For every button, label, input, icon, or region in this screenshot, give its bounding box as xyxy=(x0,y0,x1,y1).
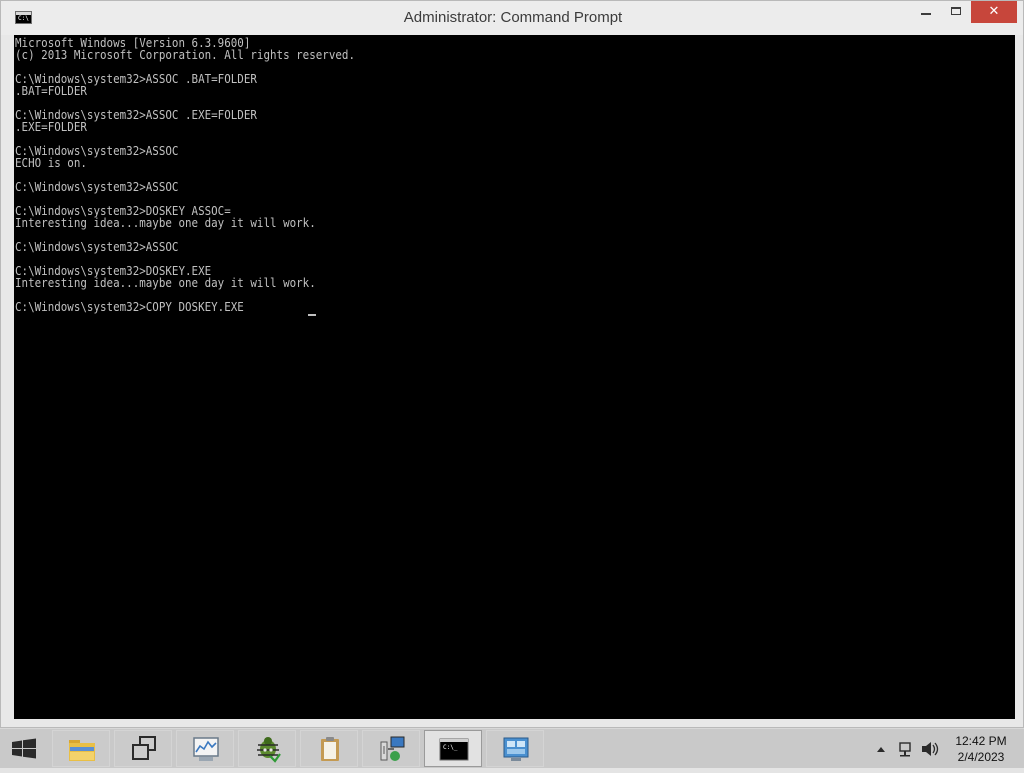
scrollbar[interactable] xyxy=(1015,35,1023,719)
speaker-icon[interactable] xyxy=(922,742,939,756)
tray-icons xyxy=(877,742,939,757)
monitor-chart-icon xyxy=(193,737,219,761)
taskbar-control-panel[interactable] xyxy=(486,730,544,767)
command-prompt-window[interactable]: C:\ Administrator: Command Prompt ✕ Micr… xyxy=(0,0,1024,728)
caption-buttons: ✕ xyxy=(911,1,1017,23)
minimize-button[interactable] xyxy=(911,1,941,23)
windows-logo-icon xyxy=(12,738,36,759)
taskbar-bug-tool[interactable] xyxy=(238,730,296,767)
network-icon[interactable] xyxy=(899,742,911,757)
clock-date: 2/4/2023 xyxy=(957,750,1005,764)
window-switcher-icon xyxy=(132,736,156,760)
bug-icon xyxy=(257,737,281,763)
control-panel-icon xyxy=(503,737,529,761)
command-prompt-icon: C:\_ xyxy=(439,738,469,761)
chevron-up-icon[interactable] xyxy=(877,747,885,752)
window-title: Administrator: Command Prompt xyxy=(403,9,623,26)
console-line: C:\Windows\system32>COPY DOSKEY.EXE xyxy=(15,300,244,314)
taskbar-network-setup[interactable] xyxy=(362,730,420,767)
console-line: Interesting idea...maybe one day it will… xyxy=(15,276,316,290)
console-line: ECHO is on. xyxy=(15,156,87,170)
clipboard-icon xyxy=(321,737,339,761)
console-line: .BAT=FOLDER xyxy=(15,84,87,98)
taskbar-file-explorer[interactable] xyxy=(52,730,110,767)
console-line: (c) 2013 Microsoft Corporation. All righ… xyxy=(15,48,355,62)
close-icon: ✕ xyxy=(988,4,1000,19)
taskbar-clipboard[interactable] xyxy=(300,730,358,767)
network-computer-icon xyxy=(380,736,405,761)
close-button[interactable]: ✕ xyxy=(971,1,1017,23)
taskbar-system-monitor[interactable] xyxy=(176,730,234,767)
minimize-icon xyxy=(921,13,931,15)
text-cursor xyxy=(308,314,316,316)
folder-icon xyxy=(69,740,95,761)
taskbar: C:\_ 12:42 PM 2/4/2023 xyxy=(0,728,1024,768)
taskbar-window-switcher[interactable] xyxy=(114,730,172,767)
title-bar[interactable]: C:\ Administrator: Command Prompt ✕ xyxy=(1,1,1023,35)
console-line: Interesting idea...maybe one day it will… xyxy=(15,216,316,230)
svg-text:C:\_: C:\_ xyxy=(443,744,458,751)
console-line: C:\Windows\system32>ASSOC xyxy=(15,180,179,194)
maximize-icon xyxy=(951,7,961,15)
console-line: .EXE=FOLDER xyxy=(15,120,87,134)
clock[interactable]: 12:42 PM 2/4/2023 xyxy=(946,733,1016,765)
taskbar-command-prompt[interactable]: C:\_ xyxy=(424,730,482,767)
system-tray xyxy=(872,729,942,769)
maximize-button[interactable] xyxy=(941,1,971,23)
clock-time: 12:42 PM xyxy=(955,734,1007,748)
console-line: C:\Windows\system32>ASSOC xyxy=(15,240,179,254)
console-output[interactable]: Microsoft Windows [Version 6.3.9600] (c) … xyxy=(14,35,1015,719)
start-button[interactable] xyxy=(0,729,48,769)
